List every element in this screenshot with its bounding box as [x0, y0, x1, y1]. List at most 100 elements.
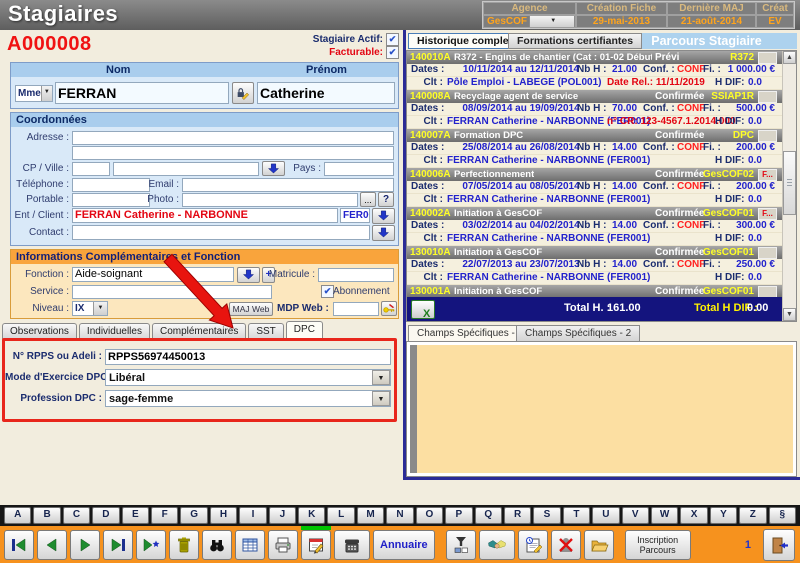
tab-historique-complet[interactable]: Historique complet — [408, 33, 521, 49]
alphabet-button-N[interactable]: N — [386, 507, 413, 524]
scroll-down-icon[interactable]: ▼ — [783, 308, 796, 321]
alphabet-button-C[interactable]: C — [63, 507, 90, 524]
contact-input[interactable] — [72, 225, 370, 240]
excel-export-button[interactable]: X — [411, 300, 435, 319]
list-view-button[interactable] — [235, 530, 265, 560]
portable-input[interactable] — [72, 193, 150, 207]
alphabet-button-O[interactable]: O — [416, 507, 443, 524]
alphabet-button-T[interactable]: T — [563, 507, 590, 524]
contact-lookup-button[interactable] — [372, 225, 395, 241]
lock-pencil-button[interactable] — [232, 82, 254, 104]
annuaire-button[interactable]: Annuaire — [373, 530, 435, 560]
prenom-input[interactable]: Catherine — [257, 82, 395, 104]
tab-champs-specifiques-1[interactable]: Champs Spécifiques - 1 — [408, 325, 532, 342]
mdp-web-input[interactable] — [333, 302, 379, 316]
alphabet-button-F[interactable]: F — [151, 507, 178, 524]
alphabet-button-B[interactable]: B — [33, 507, 60, 524]
nom-input[interactable]: FERRAN — [55, 82, 229, 104]
stagiaire-actif-checkbox[interactable]: ✔ — [386, 33, 399, 46]
adresse-input-1[interactable] — [72, 131, 394, 145]
search-button[interactable] — [202, 530, 232, 560]
alphabet-button-J[interactable]: J — [269, 507, 296, 524]
scroll-up-icon[interactable]: ▲ — [783, 51, 796, 64]
champs-textarea[interactable] — [417, 345, 793, 473]
tab-sst[interactable]: SST — [248, 323, 283, 339]
handshake-button[interactable] — [479, 530, 515, 560]
alphabet-button-L[interactable]: L — [327, 507, 354, 524]
open-folder-button[interactable] — [584, 530, 614, 560]
alphabet-button-U[interactable]: U — [592, 507, 619, 524]
alphabet-button-Q[interactable]: Q — [475, 507, 502, 524]
photo-help-button[interactable]: ? — [378, 192, 394, 207]
alphabet-button-V[interactable]: V — [622, 507, 649, 524]
last-record-button[interactable] — [103, 530, 133, 560]
alphabet-button-R[interactable]: R — [504, 507, 531, 524]
formation-header-row[interactable]: 140006APerfectionnementConfirméeGesCOF02… — [407, 168, 782, 181]
tab-complementaires[interactable]: Complémentaires — [152, 323, 246, 339]
edit-fiche-button[interactable] — [301, 530, 331, 560]
ville-input[interactable] — [113, 162, 259, 176]
telephone-input[interactable] — [72, 178, 150, 192]
alphabet-button-W[interactable]: W — [651, 507, 678, 524]
formation-header-row[interactable]: 140002AInitiation à GesCOFConfirméeGesCO… — [407, 207, 782, 220]
alphabet-button-G[interactable]: G — [180, 507, 207, 524]
service-input[interactable] — [72, 285, 272, 299]
alphabet-button-K[interactable]: K — [298, 507, 325, 524]
email-input[interactable] — [182, 178, 394, 192]
formation-header-row[interactable]: 130001AInitiation à GesCOFConfirméeGesCO… — [407, 285, 782, 297]
alphabet-button-P[interactable]: P — [445, 507, 472, 524]
fonction-lookup-button[interactable] — [237, 267, 260, 283]
alphabet-button-Y[interactable]: Y — [710, 507, 737, 524]
previous-record-button[interactable] — [37, 530, 67, 560]
formation-header-row[interactable]: 130010AInitiation à GesCOFConfirméeGesCO… — [407, 246, 782, 259]
photo-browse-button[interactable]: ... — [360, 192, 376, 207]
list-scrollbar[interactable]: ▲ ▼ — [782, 51, 796, 321]
facturable-checkbox[interactable]: ✔ — [386, 46, 399, 59]
alphabet-button-H[interactable]: H — [210, 507, 237, 524]
formation-header-row[interactable]: 140010AR372 - Engins de chantier (Cat : … — [407, 51, 782, 64]
phone-button[interactable] — [334, 530, 370, 560]
alphabet-button-S[interactable]: S — [533, 507, 560, 524]
pays-input[interactable] — [324, 162, 394, 176]
alphabet-button-§[interactable]: § — [769, 507, 796, 524]
formation-header-row[interactable]: 140007AFormation DPCConfirméeDPC — [407, 129, 782, 142]
planning-edit-button[interactable] — [518, 530, 548, 560]
tab-dpc[interactable]: DPC — [286, 321, 323, 339]
alphabet-button-E[interactable]: E — [122, 507, 149, 524]
new-record-button[interactable] — [136, 530, 166, 560]
scrollbar-thumb[interactable] — [783, 151, 796, 215]
exit-button[interactable] — [763, 529, 795, 561]
next-record-button[interactable] — [70, 530, 100, 560]
agence-select[interactable]: GesCOF ▼ — [483, 15, 576, 28]
fonction-input[interactable]: Aide-soignant — [72, 267, 234, 282]
tab-formations-certifiantes[interactable]: Formations certifiantes — [508, 33, 642, 49]
tab-observations[interactable]: Observations — [2, 323, 77, 339]
profession-dpc-select[interactable]: sage-femme ▼ — [105, 390, 391, 407]
refuse-button[interactable] — [551, 530, 581, 560]
ent-client-input[interactable]: FERRAN Catherine - NARBONNE — [72, 208, 338, 223]
tab-individuelles[interactable]: Individuelles — [79, 323, 150, 339]
alphabet-button-M[interactable]: M — [357, 507, 384, 524]
dropdown-arrow-icon[interactable]: ▼ — [529, 15, 576, 28]
alphabet-button-X[interactable]: X — [680, 507, 707, 524]
civilite-select[interactable]: Mme ▼ — [15, 85, 53, 102]
mdp-key-button[interactable] — [381, 301, 397, 316]
ent-client-code[interactable]: FER001 — [340, 208, 370, 223]
print-button[interactable] — [268, 530, 298, 560]
adresse-input-2[interactable] — [72, 146, 394, 160]
alphabet-button-A[interactable]: A — [4, 507, 31, 524]
matricule-input[interactable] — [318, 268, 394, 282]
first-record-button[interactable] — [4, 530, 34, 560]
ville-lookup-button[interactable] — [262, 161, 285, 176]
rpps-input[interactable]: RPPS56974450013 — [105, 349, 391, 365]
mode-exercice-select[interactable]: Libéral ▼ — [105, 369, 391, 386]
alphabet-button-D[interactable]: D — [92, 507, 119, 524]
niveau-select[interactable]: IX ▼ — [72, 301, 108, 316]
maj-web-button[interactable]: MAJ Web — [229, 302, 273, 316]
alphabet-button-Z[interactable]: Z — [739, 507, 766, 524]
delete-button[interactable] — [169, 530, 199, 560]
cp-input[interactable] — [72, 162, 110, 176]
ent-client-lookup-button[interactable] — [372, 208, 395, 224]
inscription-parcours-button[interactable]: Inscription Parcours — [625, 530, 691, 560]
formation-header-row[interactable]: 140008ARecyclage agent de serviceConfirm… — [407, 90, 782, 103]
